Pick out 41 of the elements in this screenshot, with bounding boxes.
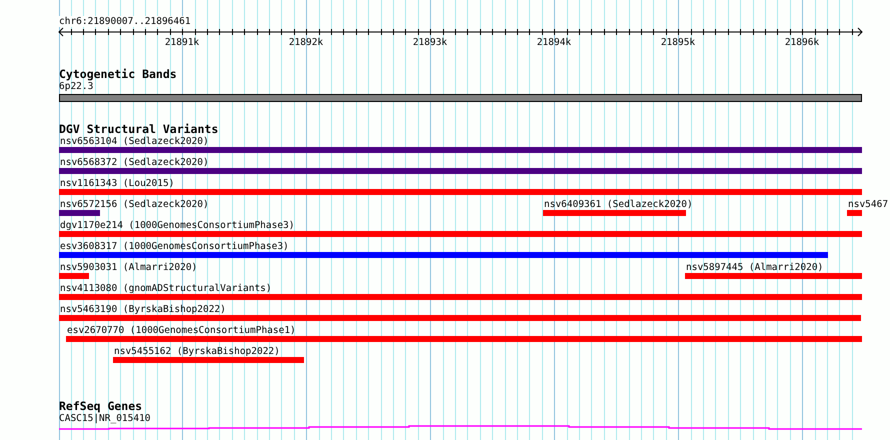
feature-bar[interactable]: [59, 315, 861, 321]
ruler-tick-label: 21893k: [412, 37, 448, 48]
feature-bar[interactable]: [59, 273, 89, 279]
track-title: RefSeq Genes: [59, 400, 142, 413]
location-label: chr6:21890007..21896461: [59, 16, 191, 27]
feature-label: nsv6409361 (Sedlazeck2020): [544, 199, 693, 210]
ruler-tick-label: 21892k: [288, 37, 324, 48]
ruler-tick-label: 21894k: [536, 37, 572, 48]
feature-label: nsv5463190 (ByrskaBishop2022): [60, 304, 226, 315]
feature-bar[interactable]: [113, 357, 304, 363]
feature-label: nsv6563104 (Sedlazeck2020): [60, 136, 209, 147]
feature-bar[interactable]: [59, 147, 862, 153]
feature-bar[interactable]: [685, 273, 862, 279]
feature-label: dgv1170e214 (1000GenomesConsortiumPhase3): [60, 220, 294, 231]
feature-label: nsv5897445 (Almarri2020): [686, 262, 824, 273]
feature-label: nsv1161343 (Lou2015): [60, 178, 174, 189]
feature-label: nsv5903031 (Almarri2020): [60, 262, 198, 273]
feature-label: nsv6568372 (Sedlazeck2020): [60, 157, 209, 168]
feature-label: esv3608317 (1000GenomesConsortiumPhase3): [60, 241, 289, 252]
track-title: Cytogenetic Bands: [59, 68, 177, 81]
feature-label: nsv4113080 (gnomADStructuralVariants): [60, 283, 272, 294]
feature-label: nsv5467: [848, 199, 888, 210]
ruler-tick-label: 21896k: [784, 37, 820, 48]
feature-label: nsv6572156 (Sedlazeck2020): [60, 199, 209, 210]
feature-bar[interactable]: [59, 252, 828, 258]
feature-label: esv2670770 (1000GenomesConsortiumPhase1): [67, 325, 296, 336]
ruler-tick-label: 21891k: [164, 37, 200, 48]
feature-bar[interactable]: [59, 294, 862, 300]
feature-bar[interactable]: [66, 336, 862, 342]
feature-bar[interactable]: [59, 189, 862, 195]
feature-label: nsv5455162 (ByrskaBishop2022): [114, 346, 280, 357]
feature-bar[interactable]: [59, 231, 862, 237]
ruler-tick-label: 21895k: [660, 37, 696, 48]
feature-bar[interactable]: [59, 210, 100, 216]
feature-bar[interactable]: [543, 210, 686, 216]
track-title: DGV Structural Variants: [59, 123, 218, 136]
gene-line[interactable]: [59, 425, 862, 430]
feature-bar[interactable]: [59, 168, 862, 174]
feature-bar[interactable]: [847, 210, 862, 216]
gene-label: CASC15|NR_015410: [59, 413, 151, 424]
band-label: 6p22.3: [59, 81, 94, 92]
